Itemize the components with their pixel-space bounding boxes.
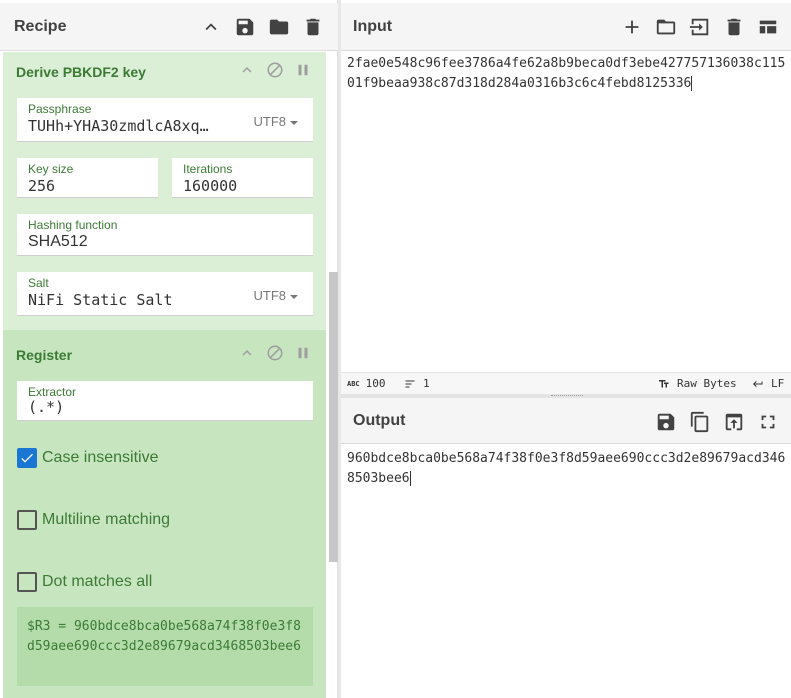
save-output-icon[interactable] bbox=[649, 405, 683, 439]
text-cursor bbox=[691, 76, 693, 91]
iterations-field[interactable]: Iterations 160000 bbox=[172, 158, 313, 198]
input-lines: 1 bbox=[423, 377, 430, 390]
open-folder-icon[interactable] bbox=[649, 10, 683, 44]
recipe-header: Recipe bbox=[0, 3, 338, 51]
extractor-value: (.*) bbox=[28, 398, 65, 416]
key-size-field[interactable]: Key size 256 bbox=[17, 158, 158, 198]
key-size-label: Key size bbox=[28, 162, 74, 176]
add-tab-icon[interactable] bbox=[615, 10, 649, 44]
pause-icon[interactable] bbox=[292, 59, 314, 81]
salt-encoding-dropdown[interactable]: UTF8 bbox=[254, 288, 299, 303]
extractor-label: Extractor bbox=[28, 385, 77, 399]
chr-encoding-button[interactable]: Raw Bytes bbox=[657, 377, 737, 390]
cyberchef-app: Recipe Derive PBKDF2 key Passphrase TUHh… bbox=[0, 0, 791, 698]
salt-value: NiFi Static Salt bbox=[28, 291, 173, 309]
passphrase-encoding-dropdown[interactable]: UTF8 bbox=[254, 114, 299, 129]
lines-icon bbox=[405, 380, 415, 387]
hashing-function-value: SHA512 bbox=[28, 233, 88, 250]
input-text: 2fae0e548c96fee3786a4fe62a8b9beca0df3ebe… bbox=[347, 56, 786, 91]
extractor-field[interactable]: Extractor (.*) bbox=[17, 381, 313, 421]
case-insensitive-checkbox[interactable]: Case insensitive bbox=[17, 448, 159, 468]
dot-matches-all-label: Dot matches all bbox=[42, 573, 153, 590]
text-cursor bbox=[409, 471, 411, 486]
output-panel: Output 960bdce8bca0be568a74f38f0e3f8d59a… bbox=[341, 395, 791, 698]
checkbox-unchecked-icon[interactable] bbox=[17, 510, 37, 530]
input-textarea[interactable]: 2fae0e548c96fee3786a4fe62a8b9beca0df3ebe… bbox=[347, 54, 787, 94]
recipe-title: Recipe bbox=[14, 17, 67, 35]
chevron-up-icon[interactable] bbox=[236, 342, 258, 364]
recipe-list: Derive PBKDF2 key Passphrase TUHh+YHA30z… bbox=[3, 52, 338, 698]
output-textarea[interactable]: 960bdce8bca0be568a74f38f0e3f8d59aee690cc… bbox=[347, 449, 787, 489]
input-status-bar: ABC 100 1 Raw Bytes LF bbox=[341, 372, 791, 394]
input-length: 100 bbox=[365, 377, 386, 390]
copy-output-icon[interactable] bbox=[683, 405, 717, 439]
register-output: $R3 = 960bdce8bca0be568a74f38f0e3f8d59ae… bbox=[17, 607, 313, 686]
input-title: Input bbox=[353, 17, 393, 35]
chevron-up-icon[interactable] bbox=[236, 59, 258, 81]
disable-icon[interactable] bbox=[264, 342, 286, 364]
return-icon bbox=[753, 380, 763, 387]
text-format-icon bbox=[659, 379, 669, 387]
passphrase-field[interactable]: Passphrase TUHh+YHA30zmdlcA8xq… UTF8 bbox=[17, 98, 313, 142]
passphrase-value: TUHh+YHA30zmdlcA8xq… bbox=[28, 117, 209, 135]
operation-title: Register bbox=[16, 347, 73, 363]
checkbox-unchecked-icon[interactable] bbox=[17, 572, 37, 592]
pause-icon[interactable] bbox=[292, 342, 314, 364]
eol-label: LF bbox=[771, 377, 785, 390]
case-insensitive-label: Case insensitive bbox=[42, 449, 159, 466]
chr-encoding-label: Raw Bytes bbox=[677, 377, 737, 390]
lines-indicator: 1 bbox=[403, 377, 430, 390]
dot-matches-all-checkbox[interactable]: Dot matches all bbox=[17, 572, 152, 592]
operation-title: Derive PBKDF2 key bbox=[16, 64, 146, 80]
output-text: 960bdce8bca0be568a74f38f0e3f8d59aee690cc… bbox=[347, 451, 786, 486]
input-panel: Input 2fae0e548c96fee3786a4fe62a8b9beca0… bbox=[341, 0, 791, 395]
multiline-matching-label: Multiline matching bbox=[42, 511, 171, 528]
salt-label: Salt bbox=[28, 276, 49, 290]
operation-derive-pbkdf2-key: Derive PBKDF2 key Passphrase TUHh+YHA30z… bbox=[3, 52, 326, 330]
length-indicator: ABC 100 bbox=[347, 377, 386, 390]
salt-field[interactable]: Salt NiFi Static Salt UTF8 bbox=[17, 272, 313, 316]
reset-layout-icon[interactable] bbox=[751, 10, 785, 44]
output-header: Output bbox=[341, 398, 791, 444]
checkbox-checked-icon[interactable] bbox=[17, 448, 37, 468]
load-recipe-icon[interactable] bbox=[262, 10, 296, 44]
abc-icon: ABC bbox=[347, 379, 360, 388]
iterations-label: Iterations bbox=[183, 162, 233, 176]
iterations-value: 160000 bbox=[183, 177, 238, 195]
maximise-output-icon[interactable] bbox=[751, 405, 785, 439]
open-file-icon[interactable] bbox=[683, 10, 717, 44]
operation-register: Register Extractor (.*) Case insensitive bbox=[3, 330, 326, 698]
replace-input-icon[interactable] bbox=[717, 405, 751, 439]
clear-recipe-icon[interactable] bbox=[296, 10, 330, 44]
recipe-scrollbar[interactable] bbox=[329, 272, 338, 562]
eol-button[interactable]: LF bbox=[751, 377, 784, 390]
key-size-value: 256 bbox=[28, 177, 56, 195]
passphrase-label: Passphrase bbox=[28, 102, 92, 116]
collapse-all-icon[interactable] bbox=[194, 10, 228, 44]
hashing-function-label: Hashing function bbox=[28, 218, 118, 232]
save-recipe-icon[interactable] bbox=[228, 10, 262, 44]
recipe-panel: Recipe Derive PBKDF2 key Passphrase TUHh… bbox=[0, 0, 338, 698]
multiline-matching-checkbox[interactable]: Multiline matching bbox=[17, 510, 170, 530]
output-title: Output bbox=[353, 411, 406, 429]
input-header: Input bbox=[341, 3, 791, 51]
clear-input-icon[interactable] bbox=[717, 10, 751, 44]
hashing-function-field[interactable]: Hashing function SHA512 bbox=[17, 214, 313, 256]
disable-icon[interactable] bbox=[264, 59, 286, 81]
